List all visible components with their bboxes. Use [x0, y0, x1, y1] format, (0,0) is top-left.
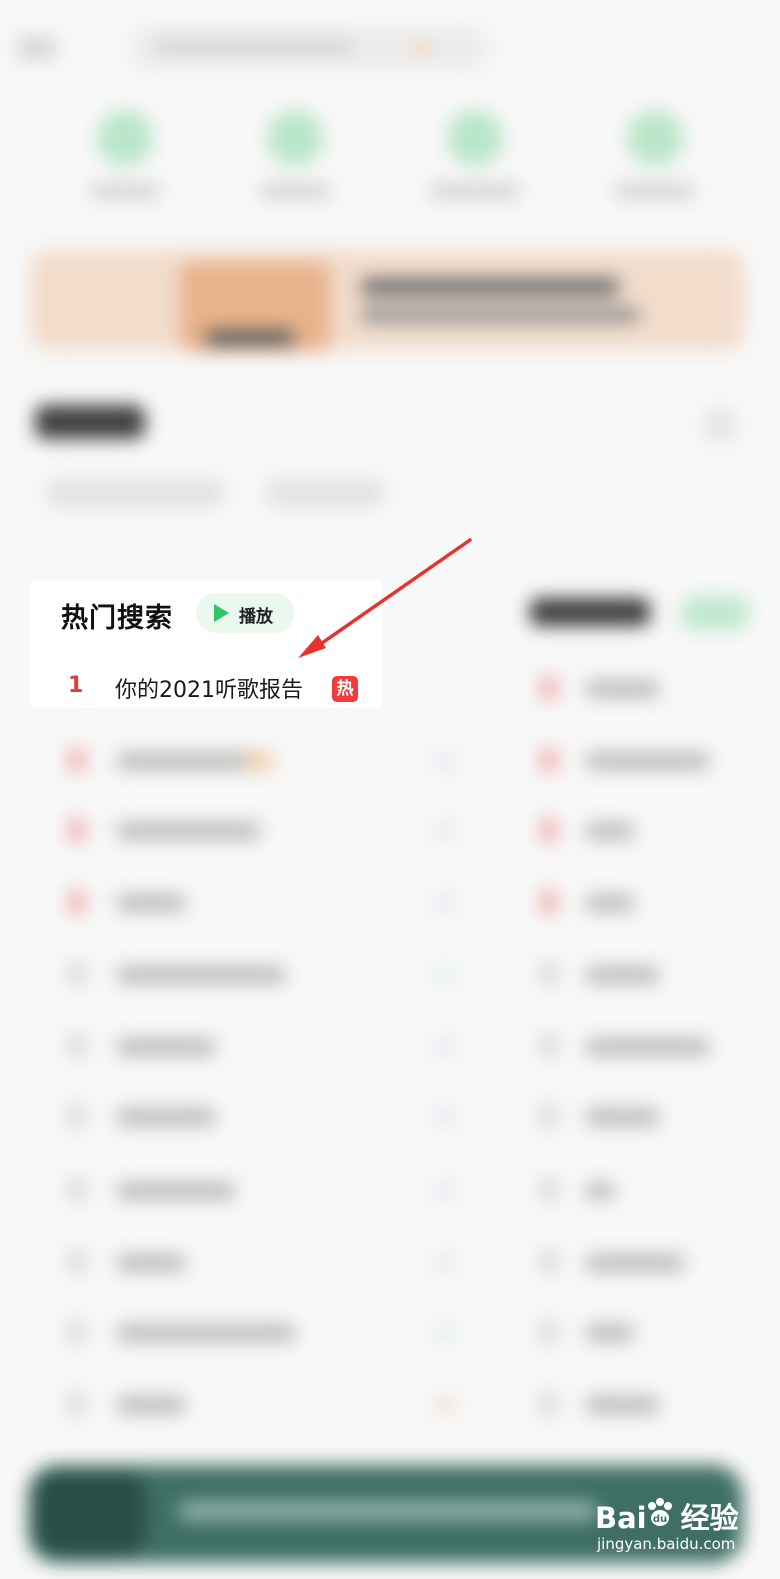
- quick-entry-row: [40, 110, 740, 220]
- play-all-label: 播放: [239, 607, 273, 627]
- list-item[interactable]: [540, 1034, 740, 1058]
- album-cover: [34, 1471, 146, 1557]
- list-item[interactable]: [540, 1392, 740, 1416]
- promo-banner[interactable]: [30, 250, 745, 352]
- quick-entry-2[interactable]: [240, 110, 350, 198]
- hot-search-item-1[interactable]: 1 你的2021听歌报告 热: [30, 668, 382, 708]
- list-item[interactable]: [68, 1034, 457, 1058]
- search-hint-dot: [415, 42, 427, 54]
- list-item[interactable]: [68, 1392, 457, 1416]
- hot-search-panel: 热门搜索 播放 1 你的2021听歌报告 热: [30, 580, 382, 708]
- list-item[interactable]: [540, 748, 740, 772]
- quick-entry-4[interactable]: [600, 110, 710, 198]
- history-tag-1[interactable]: [45, 478, 225, 508]
- list-item[interactable]: [540, 1104, 740, 1128]
- now-playing-text: [178, 1501, 598, 1521]
- list-item[interactable]: [68, 890, 457, 914]
- hot-badge: 热: [332, 676, 358, 702]
- history-tag-2[interactable]: [265, 478, 385, 508]
- list-item[interactable]: [540, 818, 740, 842]
- list-item[interactable]: [540, 962, 740, 986]
- list-item[interactable]: [68, 962, 457, 986]
- baidu-jingyan-watermark: Bai 经验 du jingyan.baidu.com: [595, 1495, 745, 1565]
- list-item[interactable]: [68, 1320, 457, 1344]
- app-screen: 热门搜索 播放 1 你的2021听歌报告 热 Bai 经验 du jingyan.…: [0, 0, 780, 1579]
- list-item[interactable]: [540, 890, 740, 914]
- list-item[interactable]: [540, 676, 740, 700]
- paw-icon: du: [648, 1498, 672, 1526]
- list-item[interactable]: [68, 818, 457, 842]
- list-item[interactable]: [540, 1250, 740, 1274]
- hot-search-item-title: 你的2021听歌报告: [115, 678, 303, 703]
- hot-search-title: 热门搜索: [61, 603, 173, 634]
- quick-entry-1[interactable]: [70, 110, 180, 198]
- play-all-button[interactable]: 播放: [196, 593, 294, 633]
- list-item[interactable]: [68, 1250, 457, 1274]
- second-list-heading: [530, 598, 650, 626]
- history-heading: [35, 405, 145, 439]
- rank-number: 1: [68, 673, 84, 698]
- trash-icon[interactable]: [705, 410, 735, 440]
- svg-text:du: du: [653, 1514, 667, 1525]
- list-item[interactable]: [68, 1104, 457, 1128]
- quick-entry-3[interactable]: [420, 110, 530, 198]
- play-icon: [214, 604, 229, 622]
- list-item[interactable]: [540, 1178, 740, 1202]
- watermark-url: jingyan.baidu.com: [597, 1535, 736, 1553]
- list-item[interactable]: [540, 1320, 740, 1344]
- menu-icon[interactable]: [18, 34, 56, 62]
- list-item[interactable]: [68, 748, 457, 772]
- search-hint: [154, 40, 354, 54]
- list-item[interactable]: [68, 1178, 457, 1202]
- second-list-chip[interactable]: [680, 596, 750, 630]
- blurred-background: [0, 0, 780, 1579]
- search-bar[interactable]: [130, 26, 490, 70]
